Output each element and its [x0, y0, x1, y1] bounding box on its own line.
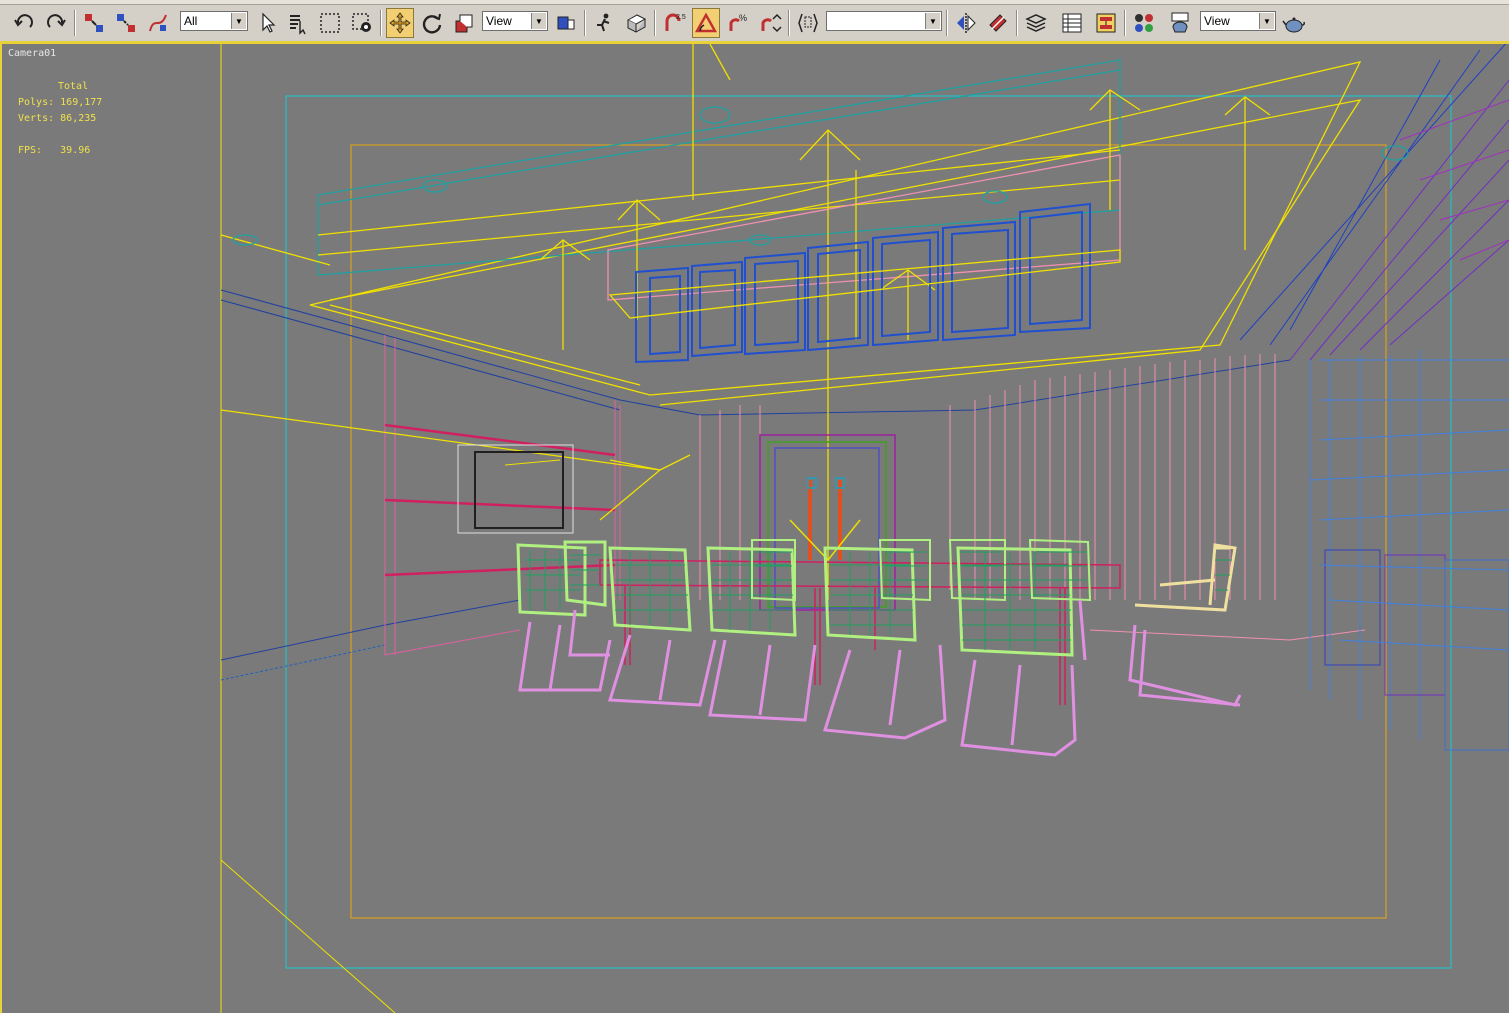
wireframe-scene: [220, 44, 1509, 1013]
toolbar-separator: [788, 10, 790, 36]
undo-icon[interactable]: [10, 8, 38, 38]
chevron-down-icon: ▼: [1259, 13, 1274, 29]
window-crossing-icon[interactable]: [348, 8, 376, 38]
tv-screen-wireframe: [457, 444, 574, 534]
percent-snap-toggle-icon[interactable]: %: [724, 8, 752, 38]
select-object-icon[interactable]: [254, 8, 282, 38]
select-by-name-icon[interactable]: [284, 8, 312, 38]
keyboard-shortcut-override-icon[interactable]: [622, 8, 650, 38]
snaps-toggle-icon[interactable]: 2.5: [660, 8, 688, 38]
chevron-down-icon: ▼: [231, 13, 246, 29]
angle-snap-toggle-icon[interactable]: [692, 8, 720, 38]
select-and-manipulate-icon[interactable]: [590, 8, 618, 38]
material-editor-icon[interactable]: [1130, 8, 1158, 38]
rectangular-selection-region-icon[interactable]: [316, 8, 344, 38]
redo-icon[interactable]: [42, 8, 70, 38]
chair: [823, 546, 947, 740]
quick-render-teapot-icon[interactable]: [1280, 8, 1308, 38]
toolbar-separator: [380, 10, 382, 36]
chevron-down-icon: ▼: [925, 13, 940, 29]
schematic-view-icon[interactable]: [1092, 8, 1120, 38]
toolbar-separator: [74, 10, 76, 36]
select-and-scale-icon[interactable]: [450, 8, 478, 38]
toolbar-separator: [584, 10, 586, 36]
chair: [956, 546, 1077, 757]
render-type-value: View: [1204, 14, 1230, 28]
render-type-dropdown[interactable]: View ▼: [1200, 11, 1276, 31]
reference-coordinate-value: View: [486, 14, 512, 28]
conference-table-wireframe: [599, 559, 1121, 705]
toolbar-separator: [946, 10, 948, 36]
toolbar-separator: [1016, 10, 1018, 36]
room-walls: [220, 289, 1366, 681]
bind-to-space-warp-icon[interactable]: [144, 8, 172, 38]
right-cabinet-wireframe: [1239, 44, 1509, 751]
align-icon[interactable]: [984, 8, 1012, 38]
snap-label: 2.5: [676, 14, 686, 21]
unlink-selection-icon[interactable]: [112, 8, 140, 38]
chair: [563, 540, 610, 657]
select-and-rotate-icon[interactable]: [418, 8, 446, 38]
selection-filter-dropdown[interactable]: All ▼: [180, 11, 248, 31]
floor-edge-line: [220, 859, 396, 1013]
mirror-icon[interactable]: [952, 8, 980, 38]
svg-text:%: %: [739, 13, 747, 23]
select-and-move-icon[interactable]: [386, 8, 414, 38]
layer-manager-icon[interactable]: [1022, 8, 1050, 38]
spinner-snap-toggle-icon[interactable]: [756, 8, 784, 38]
selection-filter-value: All: [184, 14, 198, 28]
light-rail: [608, 249, 1121, 319]
toolbar-separator: [1124, 10, 1126, 36]
named-selection-sets-dropdown[interactable]: ▼: [826, 11, 942, 31]
reference-coordinate-dropdown[interactable]: View ▼: [482, 11, 548, 31]
select-and-link-icon[interactable]: [80, 8, 108, 38]
render-scene-dialog-icon[interactable]: [1166, 8, 1194, 38]
chair: [706, 546, 817, 722]
pivot-center-icon[interactable]: [552, 8, 580, 38]
chevron-down-icon: ▼: [531, 13, 546, 29]
safe-frame-outer: [285, 95, 1452, 969]
chair: [608, 546, 717, 707]
curve-editor-icon[interactable]: [1058, 8, 1086, 38]
menu-strip: [0, 0, 1509, 5]
edit-named-selections-icon[interactable]: [794, 8, 822, 38]
toolbar-separator: [654, 10, 656, 36]
main-toolbar: All ▼ View ▼ 2.5 % ▼ View ▼: [0, 0, 1509, 44]
